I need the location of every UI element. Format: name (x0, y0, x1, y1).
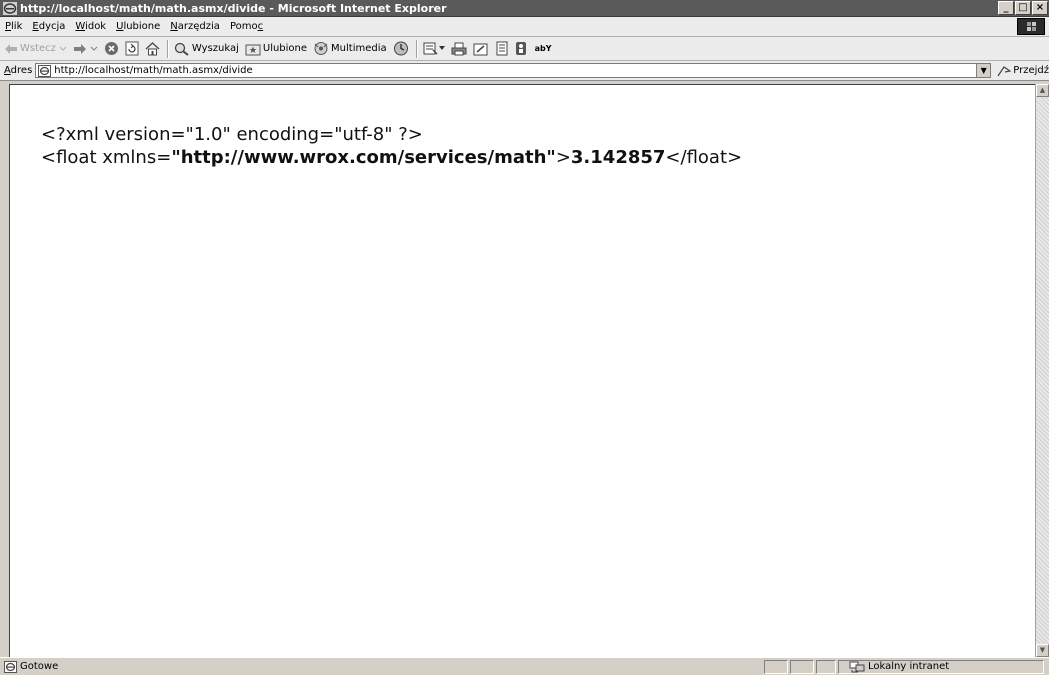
maximize-button[interactable]: □ (1015, 1, 1031, 15)
go-button[interactable]: Przejdź (997, 65, 1049, 77)
print-button[interactable] (451, 42, 467, 56)
menu-help[interactable]: Pomoc (225, 21, 268, 32)
home-button[interactable] (145, 41, 160, 56)
scroll-up-button[interactable]: ▲ (1036, 84, 1049, 97)
search-icon (174, 42, 189, 56)
chevron-down-icon (438, 46, 445, 50)
ie-icon (3, 1, 17, 15)
stop-icon (104, 42, 118, 55)
address-dropdown-button[interactable]: ▼ (976, 64, 991, 77)
toolbar-separator (166, 39, 169, 58)
status-panel (764, 659, 788, 674)
ie-page-icon (38, 64, 52, 77)
status-panel (816, 659, 836, 674)
messenger-button[interactable] (515, 41, 527, 56)
menu-bar: Plik Edycja Widok Ulubione Narzędzia Pom… (0, 17, 1049, 37)
history-icon (393, 41, 408, 56)
xml-declaration: <?xml version="1.0" encoding="utf-8" ?> (41, 124, 423, 145)
history-button[interactable] (393, 41, 409, 56)
security-zone: Lokalny intranet (838, 659, 1044, 674)
scroll-down-button[interactable]: ▼ (1036, 644, 1049, 657)
window-title: http://localhost/math/math.asmx/divide -… (20, 1, 447, 15)
close-button[interactable]: × (1032, 1, 1048, 15)
refresh-icon (125, 41, 139, 56)
address-label: Adres (4, 65, 33, 76)
address-input[interactable]: http://localhost/math/math.asmx/divide ▼ (35, 63, 992, 78)
ie-page-icon (4, 660, 17, 673)
forward-button[interactable] (73, 43, 98, 55)
stop-button[interactable] (104, 41, 119, 56)
document-icon (496, 41, 508, 56)
title-bar: http://localhost/math/math.asmx/divide -… (0, 0, 1049, 17)
status-text: Gotowe (20, 661, 59, 672)
back-button[interactable]: Wstecz (4, 43, 67, 55)
minimize-button[interactable]: _ (998, 1, 1014, 15)
chevron-down-icon (90, 46, 98, 51)
discuss-button[interactable] (495, 41, 509, 56)
media-icon (314, 42, 328, 55)
xml-float-element: <float xmlns="http://www.wrox.com/servic… (41, 147, 743, 168)
intranet-icon (849, 661, 865, 672)
menu-edit[interactable]: Edycja (27, 21, 70, 32)
standard-toolbar: Wstecz Wyszukaj Ulubione Multimedia abY (0, 37, 1049, 61)
toolbar-separator (415, 39, 418, 58)
translate-button[interactable]: abY (533, 44, 552, 53)
windows-logo-icon (1017, 18, 1045, 35)
messenger-icon (515, 42, 526, 55)
zone-label: Lokalny intranet (868, 661, 950, 672)
xml-value: 3.142857 (570, 147, 666, 168)
chevron-down-icon (59, 46, 67, 51)
menu-tools[interactable]: Narzędzia (165, 21, 225, 32)
edit-icon (473, 43, 488, 55)
menu-favorites[interactable]: Ulubione (111, 21, 165, 32)
printer-icon (451, 42, 467, 55)
mail-icon (423, 42, 438, 55)
address-url: http://localhost/math/math.asmx/divide (54, 65, 253, 76)
back-arrow-icon (5, 43, 17, 54)
status-panel (790, 659, 814, 674)
menu-file[interactable]: Plik (0, 21, 27, 32)
favorites-button[interactable]: Ulubione (245, 42, 307, 56)
page-content: <?xml version="1.0" encoding="utf-8" ?> … (9, 84, 1035, 657)
search-button[interactable]: Wyszukaj (174, 42, 239, 56)
address-bar: Adres http://localhost/math/math.asmx/di… (0, 61, 1049, 81)
media-button[interactable]: Multimedia (313, 41, 387, 56)
xml-namespace: http://www.wrox.com/services/math (180, 147, 547, 168)
refresh-button[interactable] (125, 41, 139, 56)
xml-document: <?xml version="1.0" encoding="utf-8" ?> … (41, 123, 742, 169)
star-folder-icon (245, 44, 261, 55)
go-arrow-icon (997, 65, 1012, 76)
mail-button[interactable] (423, 41, 445, 56)
forward-arrow-icon (73, 43, 86, 54)
menu-view[interactable]: Widok (70, 21, 111, 32)
edit-button[interactable] (473, 42, 489, 56)
vertical-scrollbar[interactable]: ▲ ▼ (1035, 84, 1049, 657)
home-icon (145, 41, 160, 55)
status-bar: Gotowe Lokalny intranet (0, 657, 1049, 675)
